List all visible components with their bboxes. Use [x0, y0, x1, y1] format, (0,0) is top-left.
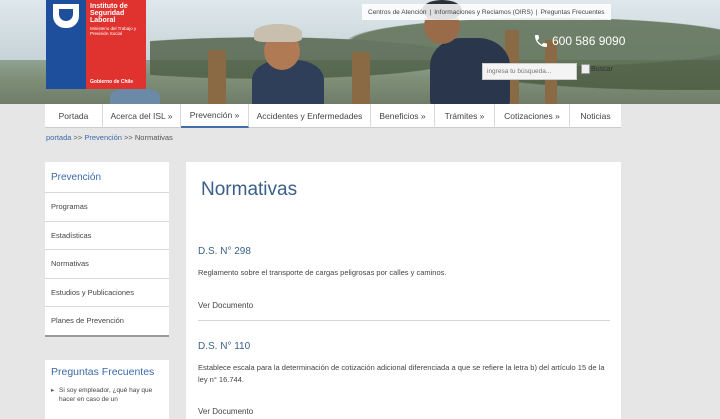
sidebar-item-estudios[interactable]: Estudios y Publicaciones: [45, 277, 169, 307]
sidebar-item-normativas[interactable]: Normativas: [45, 249, 169, 278]
top-link-separator: |: [429, 8, 432, 16]
search-button[interactable]: Buscar: [581, 64, 613, 74]
sidebar-item-planes[interactable]: Planes de Prevención: [45, 306, 169, 335]
hero-person-hat: [254, 24, 302, 42]
sidebar-title[interactable]: Prevención: [45, 162, 169, 192]
search-button-label: Buscar: [591, 65, 613, 73]
logo-ministry: Ministerio del Trabajo y Previsión Socia…: [90, 26, 137, 36]
logo-blue-band: [46, 0, 86, 89]
nav-item-cotizaciones[interactable]: Cotizaciones »: [495, 104, 570, 128]
sidebar-item-estadisticas[interactable]: Estadísticas: [45, 220, 169, 250]
faq-widget: Preguntas Frecuentes Si soy empleador, ¿…: [45, 360, 169, 419]
entry-divider: [198, 320, 610, 321]
fence-post: [208, 50, 226, 104]
breadcrumb: portada >> Prevención >> Normativas: [46, 133, 173, 142]
phone-icon: [535, 35, 547, 47]
phone-contact: 600 586 9090: [533, 33, 625, 49]
entry-description: Establece escala para la determinación d…: [198, 363, 605, 384]
page-title: Normativas: [201, 179, 298, 200]
breadcrumb-section[interactable]: Prevención: [84, 133, 122, 142]
entry-description: Reglamento sobre el transporte de cargas…: [198, 268, 447, 277]
sidebar-menu: Prevención Programas Estadísticas Normat…: [45, 162, 169, 337]
nav-item-portada[interactable]: Portada: [45, 104, 103, 128]
main-content: Normativas D.S. N° 298 Reglamento sobre …: [186, 162, 621, 419]
sidebar-item-programas[interactable]: Programas: [45, 192, 169, 221]
nav-item-acerca[interactable]: Acerca del ISL »: [103, 104, 181, 128]
top-link-separator: |: [535, 8, 538, 16]
entry-title[interactable]: D.S. N° 298: [198, 246, 251, 257]
search-button-image-icon: [581, 64, 590, 74]
logo-red-band: Instituto de Seguridad Laboral Ministeri…: [86, 0, 146, 89]
nav-item-tramites[interactable]: Trámites »: [435, 104, 495, 128]
top-link-oirs[interactable]: Informaciones y Reclamos (OIRS): [434, 9, 533, 16]
breadcrumb-separator: >>: [73, 133, 83, 142]
search-input[interactable]: [482, 63, 577, 80]
nav-item-prevencion[interactable]: Prevención »: [181, 104, 249, 128]
nav-item-beneficios[interactable]: Beneficios »: [371, 104, 435, 128]
breadcrumb-separator: >>: [124, 133, 133, 142]
coat-of-arms-icon: [53, 4, 79, 28]
faq-title[interactable]: Preguntas Frecuentes: [45, 360, 169, 378]
faq-question[interactable]: Si soy empleador, ¿qué hay que hacer en …: [45, 378, 169, 404]
view-document-link[interactable]: Ver Documento: [198, 301, 253, 310]
top-links-bar: Centros de Atención | Informaciones y Re…: [362, 4, 611, 20]
logo-name-line1: Instituto de: [90, 3, 128, 10]
top-link-centros[interactable]: Centros de Atención: [368, 9, 427, 16]
logo-name-line2: Seguridad: [90, 10, 125, 17]
fence-post: [352, 52, 370, 104]
nav-item-noticias[interactable]: Noticias: [570, 104, 621, 128]
top-link-faq[interactable]: Preguntas Frecuentes: [541, 9, 605, 16]
entry-title[interactable]: D.S. N° 110: [198, 341, 250, 352]
phone-number: 600 586 9090: [552, 34, 626, 48]
isl-logo[interactable]: Instituto de Seguridad Laboral Ministeri…: [46, 0, 146, 89]
view-document-link[interactable]: Ver Documento: [198, 407, 253, 416]
breadcrumb-current: Normativas: [134, 133, 173, 142]
logo-government: Gobierno de Chile: [90, 79, 134, 85]
nav-item-accidentes[interactable]: Accidentes y Enfermedades: [249, 104, 371, 128]
main-navigation: Portada Acerca del ISL » Prevención » Ac…: [45, 104, 621, 128]
logo-name-line3: Laboral: [90, 17, 116, 24]
hero-person: [110, 88, 160, 104]
breadcrumb-home[interactable]: portada: [46, 133, 71, 142]
